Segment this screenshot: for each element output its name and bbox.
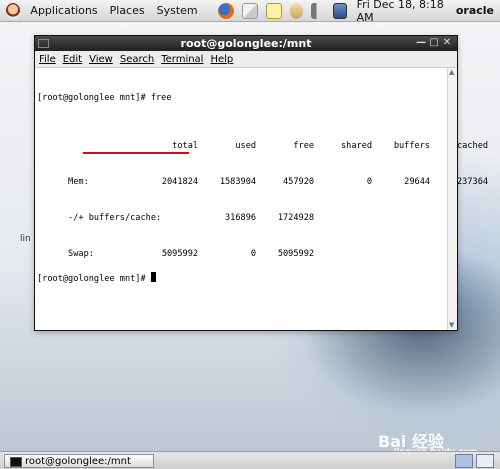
swap-used: 0 [250, 249, 257, 259]
minimize-icon[interactable]: — [415, 37, 427, 49]
menu-edit[interactable]: Edit [63, 54, 82, 65]
clock[interactable]: Fri Dec 18, 8:18 AM [357, 0, 448, 24]
text-cursor [150, 272, 156, 282]
bottom-panel: root@golonglee:/mnt [0, 451, 500, 469]
maximize-icon[interactable]: □ [428, 37, 440, 49]
places-menu[interactable]: Places [110, 4, 145, 17]
mem-buffers: 29644 [404, 177, 431, 187]
close-icon[interactable]: ✕ [441, 37, 453, 49]
workspace-switcher[interactable] [452, 454, 494, 468]
buffers-cache-row: -/+ buffers/cache: 316896 1724928 [37, 200, 447, 223]
mem-cached: 1237364 [451, 177, 489, 187]
terminal-icon [10, 457, 22, 467]
buffers-cache-free: 1724928 [277, 213, 315, 223]
menu-bar: File Edit View Search Terminal Help [35, 51, 457, 68]
menu-help[interactable]: Help [210, 54, 233, 65]
buffers-cache-label: -/+ buffers/cache: [68, 213, 162, 223]
taskbar-terminal-button[interactable]: root@golonglee:/mnt [4, 454, 154, 468]
mem-row: Mem: 2041824 1583904 457920 0 29644 1237364 [37, 164, 488, 187]
header-cached: cached [457, 141, 489, 151]
mem-free: 457920 [283, 177, 315, 187]
firefox-icon[interactable] [217, 2, 234, 19]
taskbar-label: root@golonglee:/mnt [25, 456, 131, 467]
header-used: used [235, 141, 257, 151]
email-icon[interactable] [241, 2, 258, 19]
mem-total: 2041824 [161, 177, 199, 187]
terminal-output[interactable]: [root@golonglee mnt]# free total used free… [35, 68, 488, 330]
swap-total: 5095992 [161, 249, 199, 259]
header-buffers: buffers [393, 141, 431, 151]
watermark: Bai 经验 jingyan.baidu.com [378, 428, 477, 456]
volume-icon[interactable] [311, 2, 325, 19]
mem-shared: 0 [366, 177, 373, 187]
swap-label: Swap: [68, 249, 94, 259]
menu-file[interactable]: File [39, 54, 56, 65]
applications-menu[interactable]: Applications [30, 4, 97, 17]
notes-icon[interactable] [265, 2, 282, 19]
desktop-icon-label[interactable]: lin [20, 234, 31, 244]
network-icon[interactable] [289, 2, 304, 19]
prompt-text: [root@golonglee mnt]# [37, 274, 151, 284]
workspace-1[interactable] [455, 454, 473, 468]
header-total: total [172, 141, 199, 151]
red-annotation-underline [83, 152, 189, 154]
menu-view[interactable]: View [89, 54, 113, 65]
command-line: [root@golonglee mnt]# free [37, 93, 172, 103]
header-shared: shared [341, 141, 373, 151]
title-bar[interactable]: root@golonglee:/mnt — □ ✕ [35, 36, 457, 51]
free-header-row: total used free shared buffers cached [37, 128, 488, 151]
top-panel: Applications Places System Fri Dec 18, 8… [0, 0, 500, 24]
user-name[interactable]: oracle [456, 4, 494, 17]
buffers-cache-used: 316896 [225, 213, 257, 223]
display-icon[interactable] [332, 2, 347, 19]
swap-row: Swap: 5095992 0 5095992 [37, 236, 447, 259]
header-free: free [293, 141, 315, 151]
mem-used: 1583904 [219, 177, 257, 187]
scrollbar[interactable]: ▲ ▼ [447, 68, 457, 330]
menu-terminal[interactable]: Terminal [161, 54, 203, 65]
window-title: root@golonglee:/mnt [180, 37, 312, 50]
panel-right: Fri Dec 18, 8:18 AM oracle [286, 0, 500, 24]
terminal-window[interactable]: root@golonglee:/mnt — □ ✕ File Edit View… [34, 35, 488, 331]
system-menu[interactable]: System [157, 4, 198, 17]
scroll-up-icon[interactable]: ▲ [449, 68, 454, 76]
scroll-down-icon[interactable]: ▼ [449, 321, 454, 329]
mem-label: Mem: [68, 177, 89, 187]
launcher-group [214, 2, 286, 19]
menu-search[interactable]: Search [120, 54, 154, 65]
workspace-2[interactable] [476, 454, 494, 468]
user-avatar-icon[interactable] [6, 2, 21, 19]
swap-free: 5095992 [277, 249, 315, 259]
prompt-line[interactable]: [root@golonglee mnt]# [37, 272, 447, 284]
